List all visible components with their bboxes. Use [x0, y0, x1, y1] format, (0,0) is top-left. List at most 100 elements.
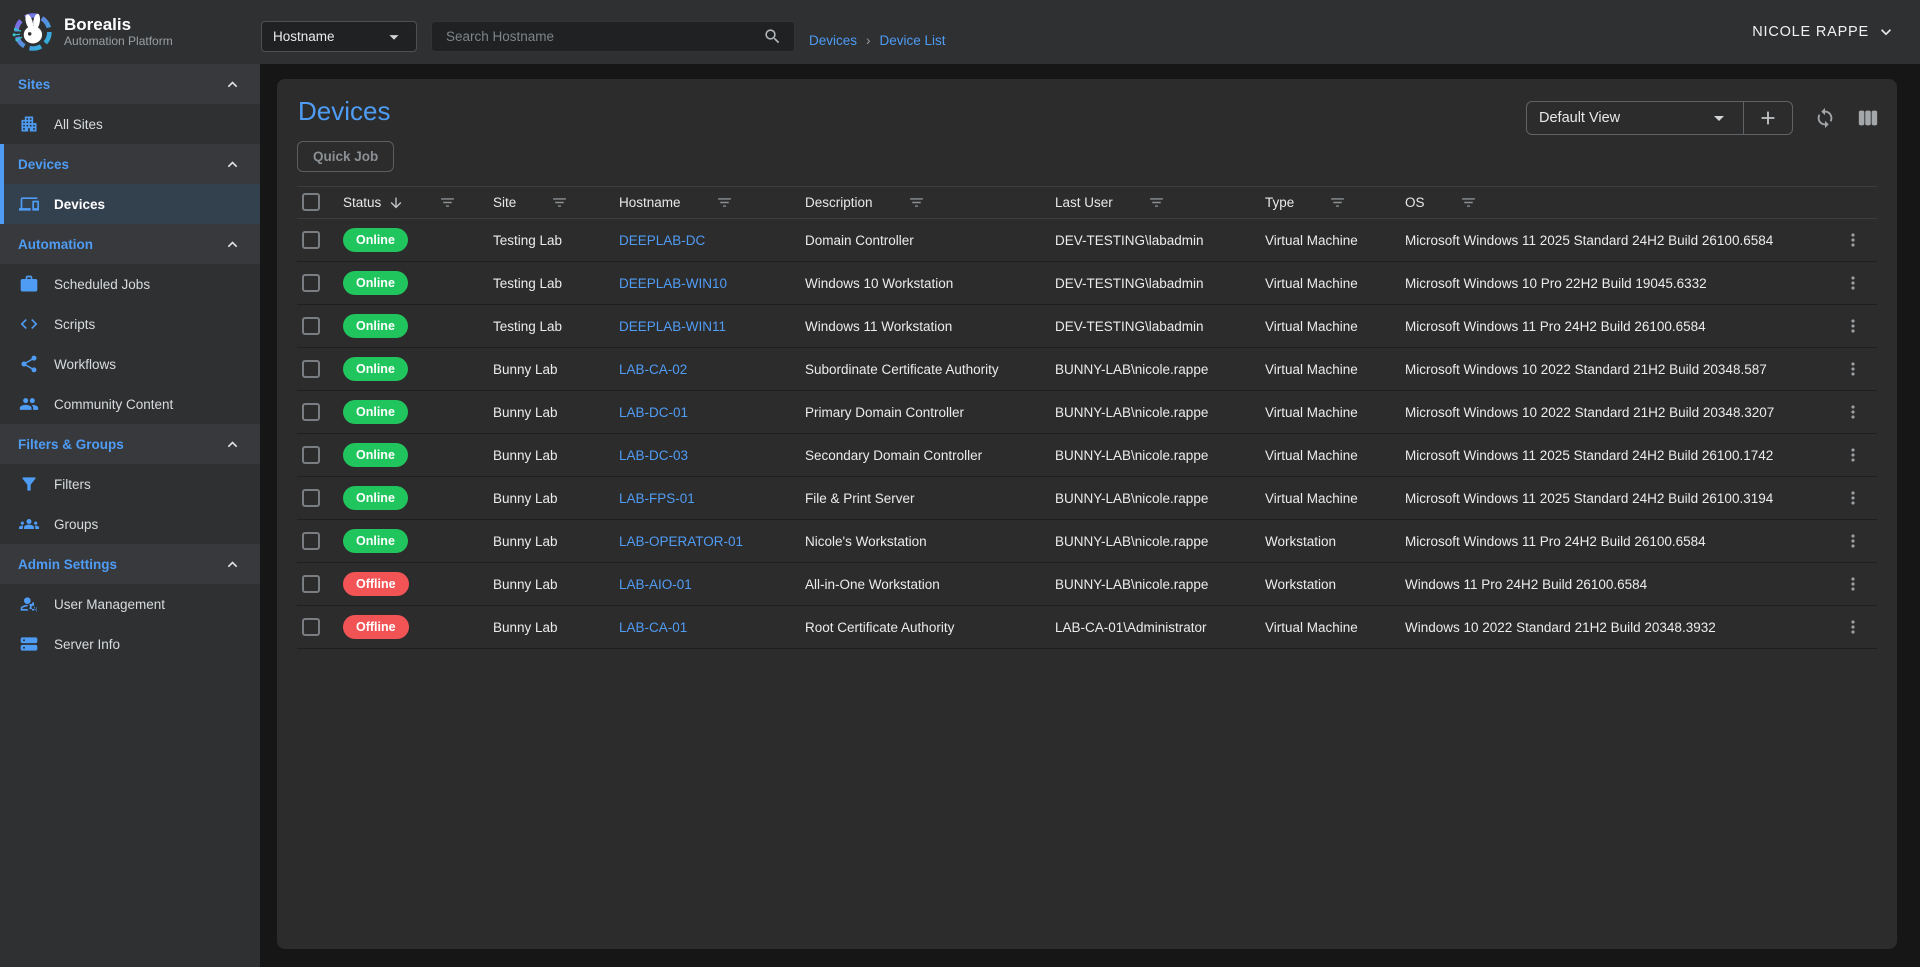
- column-header-last-user[interactable]: Last User: [1055, 194, 1265, 211]
- site-cell: Bunny Lab: [493, 577, 619, 592]
- row-checkbox[interactable]: [302, 274, 320, 292]
- row-checkbox[interactable]: [302, 360, 320, 378]
- sidebar-item-scheduled-jobs[interactable]: Scheduled Jobs: [0, 264, 260, 304]
- os-cell: Microsoft Windows 10 2022 Standard 21H2 …: [1405, 362, 1829, 377]
- sidebar-item-filters[interactable]: Filters: [0, 464, 260, 504]
- sidebar-item-devices[interactable]: Devices: [0, 184, 260, 224]
- refresh-button[interactable]: [1814, 107, 1836, 129]
- breadcrumb-device-list[interactable]: Device List: [880, 33, 946, 48]
- status-cell: Online: [343, 314, 493, 338]
- filter-list-icon: [1460, 194, 1477, 211]
- kebab-icon: [1843, 316, 1863, 336]
- sidebar-section-header[interactable]: Admin Settings: [0, 544, 260, 584]
- hostname-link[interactable]: LAB-FPS-01: [619, 491, 695, 506]
- sidebar-item-groups[interactable]: Groups: [0, 504, 260, 544]
- row-checkbox[interactable]: [302, 532, 320, 550]
- description-cell: Root Certificate Authority: [805, 620, 1055, 635]
- chevron-up-icon: [223, 555, 242, 574]
- last-user-cell: DEV-TESTING\labadmin: [1055, 233, 1265, 248]
- breadcrumb-devices[interactable]: Devices: [809, 33, 857, 48]
- column-header-label: Description: [805, 195, 873, 210]
- column-header-type[interactable]: Type: [1265, 194, 1405, 211]
- hostname-link[interactable]: LAB-DC-03: [619, 448, 688, 463]
- columns-button[interactable]: [1857, 107, 1879, 129]
- row-checkbox[interactable]: [302, 403, 320, 421]
- row-menu-button[interactable]: [1843, 359, 1863, 379]
- sidebar-section-header[interactable]: Devices: [0, 144, 260, 184]
- row-menu-button[interactable]: [1843, 617, 1863, 637]
- row-menu-button[interactable]: [1843, 574, 1863, 594]
- row-menu-button[interactable]: [1843, 531, 1863, 551]
- content-area: Devices Quick Job Default View: [260, 64, 1920, 967]
- column-header-status[interactable]: Status: [343, 194, 493, 211]
- hostname-link[interactable]: LAB-AIO-01: [619, 577, 692, 592]
- table-row: OfflineBunny LabLAB-AIO-01All-in-One Wor…: [297, 563, 1877, 606]
- sidebar-section-devices: DevicesDevices: [0, 144, 260, 224]
- hostname-link[interactable]: LAB-CA-01: [619, 620, 687, 635]
- row-checkbox[interactable]: [302, 317, 320, 335]
- column-header-hostname[interactable]: Hostname: [619, 194, 805, 211]
- add-view-button[interactable]: [1743, 102, 1792, 134]
- row-menu-button[interactable]: [1843, 273, 1863, 293]
- hostname-link[interactable]: LAB-DC-01: [619, 405, 688, 420]
- table-row: OnlineTesting LabDEEPLAB-WIN11Windows 11…: [297, 305, 1877, 348]
- row-checkbox-cell: [297, 403, 343, 422]
- row-menu-button[interactable]: [1843, 445, 1863, 465]
- os-cell: Microsoft Windows 11 Pro 24H2 Build 2610…: [1405, 319, 1829, 334]
- main-area: Hostname Devices › Device List NICOLE RA…: [260, 0, 1920, 967]
- sidebar-item-user-management[interactable]: User Management: [0, 584, 260, 624]
- sidebar-section-header[interactable]: Filters & Groups: [0, 424, 260, 464]
- row-checkbox[interactable]: [302, 575, 320, 593]
- devices-icon: [19, 194, 39, 214]
- kebab-icon: [1843, 617, 1863, 637]
- sidebar-item-server-info[interactable]: Server Info: [0, 624, 260, 664]
- row-checkbox[interactable]: [302, 446, 320, 464]
- sidebar-item-all-sites[interactable]: All Sites: [0, 104, 260, 144]
- quick-job-button[interactable]: Quick Job: [297, 141, 394, 172]
- column-header-description[interactable]: Description: [805, 194, 1055, 211]
- hostname-field-select[interactable]: Hostname: [261, 21, 417, 52]
- hostname-link[interactable]: LAB-CA-02: [619, 362, 687, 377]
- sidebar-item-scripts[interactable]: Scripts: [0, 304, 260, 344]
- row-checkbox[interactable]: [302, 489, 320, 507]
- status-badge: Offline: [343, 572, 409, 596]
- description-cell: Primary Domain Controller: [805, 405, 1055, 420]
- hostname-cell: LAB-CA-01: [619, 620, 805, 635]
- hostname-link[interactable]: DEEPLAB-WIN11: [619, 319, 726, 334]
- kebab-icon: [1843, 402, 1863, 422]
- column-header-site[interactable]: Site: [493, 194, 619, 211]
- breadcrumb: Devices › Device List: [809, 33, 946, 48]
- sidebar-item-workflows[interactable]: Workflows: [0, 344, 260, 384]
- search-input[interactable]: [444, 28, 763, 45]
- hostname-link[interactable]: DEEPLAB-WIN10: [619, 276, 727, 291]
- sidebar-section-label: Admin Settings: [18, 557, 117, 572]
- view-select[interactable]: Default View: [1527, 102, 1743, 134]
- row-checkbox[interactable]: [302, 618, 320, 636]
- site-cell: Bunny Lab: [493, 620, 619, 635]
- user-menu[interactable]: NICOLE RAPPE: [1752, 22, 1896, 42]
- header-checkbox-cell: [297, 193, 343, 212]
- select-all-checkbox[interactable]: [302, 193, 320, 211]
- status-badge: Online: [343, 486, 408, 510]
- row-checkbox[interactable]: [302, 231, 320, 249]
- site-cell: Testing Lab: [493, 319, 619, 334]
- row-menu-button[interactable]: [1843, 488, 1863, 508]
- filter-list-icon: [716, 194, 733, 211]
- table-row: OnlineBunny LabLAB-OPERATOR-01Nicole's W…: [297, 520, 1877, 563]
- row-menu-button[interactable]: [1843, 230, 1863, 250]
- status-cell: Offline: [343, 572, 493, 596]
- sidebar-section-automation: AutomationScheduled JobsScriptsWorkflows…: [0, 224, 260, 424]
- sidebar-section-header[interactable]: Automation: [0, 224, 260, 264]
- hostname-cell: LAB-OPERATOR-01: [619, 534, 805, 549]
- status-cell: Online: [343, 271, 493, 295]
- sidebar-item-community-content[interactable]: Community Content: [0, 384, 260, 424]
- row-menu-button[interactable]: [1843, 402, 1863, 422]
- row-checkbox-cell: [297, 317, 343, 336]
- hostname-link[interactable]: LAB-OPERATOR-01: [619, 534, 743, 549]
- sidebar-section-header[interactable]: Sites: [0, 64, 260, 104]
- site-cell: Testing Lab: [493, 276, 619, 291]
- row-menu-button[interactable]: [1843, 316, 1863, 336]
- column-header-os[interactable]: OS: [1405, 194, 1829, 211]
- hostname-link[interactable]: DEEPLAB-DC: [619, 233, 705, 248]
- kebab-icon: [1843, 230, 1863, 250]
